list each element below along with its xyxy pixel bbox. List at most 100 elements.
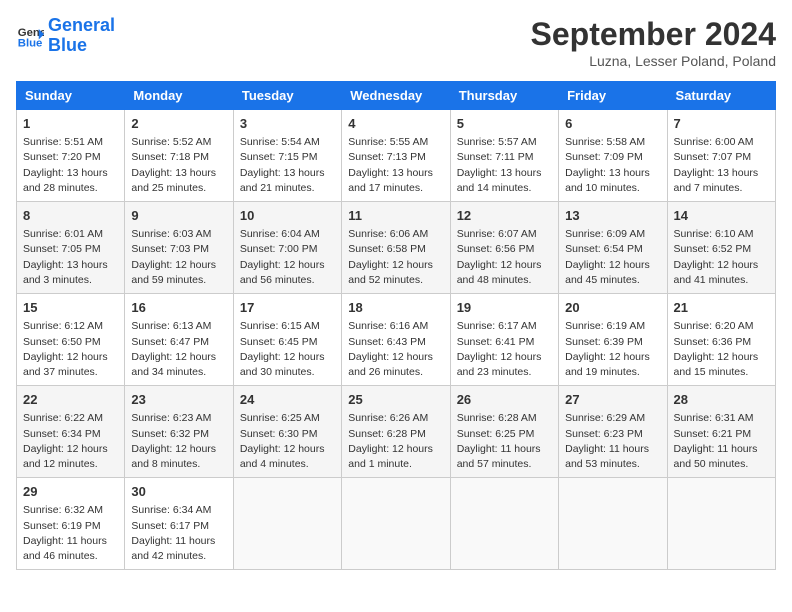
table-row: 19 Sunrise: 6:17 AM Sunset: 6:41 PM Dayli…: [450, 294, 558, 386]
table-row: 8 Sunrise: 6:01 AM Sunset: 7:05 PM Daylig…: [17, 202, 125, 294]
day-number: 9: [131, 207, 226, 225]
day-number: 3: [240, 115, 335, 133]
day-number: 17: [240, 299, 335, 317]
day-info: Sunrise: 6:32 AM Sunset: 6:19 PM Dayligh…: [23, 503, 118, 564]
day-number: 14: [674, 207, 769, 225]
day-info: Sunrise: 6:25 AM Sunset: 6:30 PM Dayligh…: [240, 411, 335, 472]
day-info: Sunrise: 6:10 AM Sunset: 6:52 PM Dayligh…: [674, 227, 769, 288]
table-row: 7 Sunrise: 6:00 AM Sunset: 7:07 PM Daylig…: [667, 110, 775, 202]
day-info: Sunrise: 6:12 AM Sunset: 6:50 PM Dayligh…: [23, 319, 118, 380]
day-info: Sunrise: 6:23 AM Sunset: 6:32 PM Dayligh…: [131, 411, 226, 472]
day-number: 24: [240, 391, 335, 409]
day-number: 21: [674, 299, 769, 317]
table-row: 14 Sunrise: 6:10 AM Sunset: 6:52 PM Dayli…: [667, 202, 775, 294]
day-number: 29: [23, 483, 118, 501]
day-info: Sunrise: 6:09 AM Sunset: 6:54 PM Dayligh…: [565, 227, 660, 288]
day-info: Sunrise: 6:34 AM Sunset: 6:17 PM Dayligh…: [131, 503, 226, 564]
day-number: 2: [131, 115, 226, 133]
table-row: [450, 478, 558, 570]
table-row: 23 Sunrise: 6:23 AM Sunset: 6:32 PM Dayli…: [125, 386, 233, 478]
day-info: Sunrise: 5:58 AM Sunset: 7:09 PM Dayligh…: [565, 135, 660, 196]
day-info: Sunrise: 6:01 AM Sunset: 7:05 PM Dayligh…: [23, 227, 118, 288]
table-row: 9 Sunrise: 6:03 AM Sunset: 7:03 PM Daylig…: [125, 202, 233, 294]
day-info: Sunrise: 5:57 AM Sunset: 7:11 PM Dayligh…: [457, 135, 552, 196]
day-number: 6: [565, 115, 660, 133]
day-number: 1: [23, 115, 118, 133]
day-info: Sunrise: 6:22 AM Sunset: 6:34 PM Dayligh…: [23, 411, 118, 472]
day-number: 19: [457, 299, 552, 317]
table-row: 17 Sunrise: 6:15 AM Sunset: 6:45 PM Dayli…: [233, 294, 341, 386]
day-info: Sunrise: 6:29 AM Sunset: 6:23 PM Dayligh…: [565, 411, 660, 472]
day-info: Sunrise: 6:20 AM Sunset: 6:36 PM Dayligh…: [674, 319, 769, 380]
day-info: Sunrise: 6:13 AM Sunset: 6:47 PM Dayligh…: [131, 319, 226, 380]
table-row: 6 Sunrise: 5:58 AM Sunset: 7:09 PM Daylig…: [559, 110, 667, 202]
day-number: 7: [674, 115, 769, 133]
day-number: 12: [457, 207, 552, 225]
day-number: 8: [23, 207, 118, 225]
table-row: 4 Sunrise: 5:55 AM Sunset: 7:13 PM Daylig…: [342, 110, 450, 202]
day-info: Sunrise: 5:52 AM Sunset: 7:18 PM Dayligh…: [131, 135, 226, 196]
table-row: 26 Sunrise: 6:28 AM Sunset: 6:25 PM Dayli…: [450, 386, 558, 478]
calendar-header: Sunday Monday Tuesday Wednesday Thursday…: [17, 82, 776, 110]
day-number: 10: [240, 207, 335, 225]
table-row: 18Sunrise: 6:16 AM Sunset: 6:43 PM Dayli…: [342, 294, 450, 386]
header-sunday: Sunday: [17, 82, 125, 110]
table-row: [233, 478, 341, 570]
table-row: 24 Sunrise: 6:25 AM Sunset: 6:30 PM Dayli…: [233, 386, 341, 478]
table-row: [667, 478, 775, 570]
day-info: Sunrise: 6:28 AM Sunset: 6:25 PM Dayligh…: [457, 411, 552, 472]
table-row: 29 Sunrise: 6:32 AM Sunset: 6:19 PM Dayli…: [17, 478, 125, 570]
day-number: 13: [565, 207, 660, 225]
day-number: 11: [348, 207, 443, 225]
day-info: Sunrise: 6:07 AM Sunset: 6:56 PM Dayligh…: [457, 227, 552, 288]
table-row: 11 Sunrise: 6:06 AM Sunset: 6:58 PM Dayli…: [342, 202, 450, 294]
table-row: 10 Sunrise: 6:04 AM Sunset: 7:00 PM Dayli…: [233, 202, 341, 294]
month-title: September 2024: [531, 16, 776, 53]
day-info: Sunrise: 6:03 AM Sunset: 7:03 PM Dayligh…: [131, 227, 226, 288]
location-subtitle: Luzna, Lesser Poland, Poland: [531, 53, 776, 69]
day-info: Sunrise: 6:06 AM Sunset: 6:58 PM Dayligh…: [348, 227, 443, 288]
day-info: Sunrise: 5:55 AM Sunset: 7:13 PM Dayligh…: [348, 135, 443, 196]
table-row: 3 Sunrise: 5:54 AM Sunset: 7:15 PM Daylig…: [233, 110, 341, 202]
day-number: 15: [23, 299, 118, 317]
table-row: 15 Sunrise: 6:12 AM Sunset: 6:50 PM Dayli…: [17, 294, 125, 386]
day-info: Sunrise: 6:17 AM Sunset: 6:41 PM Dayligh…: [457, 319, 552, 380]
table-row: 1Sunrise: 5:51 AM Sunset: 7:20 PM Daylig…: [17, 110, 125, 202]
logo: General Blue General Blue: [16, 16, 115, 56]
day-number: 30: [131, 483, 226, 501]
table-row: [342, 478, 450, 570]
day-info: Sunrise: 6:15 AM Sunset: 6:45 PM Dayligh…: [240, 319, 335, 380]
day-info: Sunrise: 6:04 AM Sunset: 7:00 PM Dayligh…: [240, 227, 335, 288]
table-row: 21 Sunrise: 6:20 AM Sunset: 6:36 PM Dayli…: [667, 294, 775, 386]
day-info: Sunrise: 6:26 AM Sunset: 6:28 PM Dayligh…: [348, 411, 443, 472]
header-thursday: Thursday: [450, 82, 558, 110]
table-row: 2 Sunrise: 5:52 AM Sunset: 7:18 PM Daylig…: [125, 110, 233, 202]
day-number: 23: [131, 391, 226, 409]
table-row: [559, 478, 667, 570]
table-row: 16 Sunrise: 6:13 AM Sunset: 6:47 PM Dayli…: [125, 294, 233, 386]
logo-text: General: [48, 16, 115, 36]
day-number: 4: [348, 115, 443, 133]
calendar-table: Sunday Monday Tuesday Wednesday Thursday…: [16, 81, 776, 570]
day-number: 22: [23, 391, 118, 409]
day-number: 26: [457, 391, 552, 409]
day-number: 18: [348, 299, 443, 317]
header-tuesday: Tuesday: [233, 82, 341, 110]
day-number: 20: [565, 299, 660, 317]
day-info: Sunrise: 6:31 AM Sunset: 6:21 PM Dayligh…: [674, 411, 769, 472]
table-row: 5 Sunrise: 5:57 AM Sunset: 7:11 PM Daylig…: [450, 110, 558, 202]
table-row: 28Sunrise: 6:31 AM Sunset: 6:21 PM Dayli…: [667, 386, 775, 478]
table-row: 12 Sunrise: 6:07 AM Sunset: 6:56 PM Dayli…: [450, 202, 558, 294]
title-area: September 2024 Luzna, Lesser Poland, Pol…: [531, 16, 776, 69]
table-row: 30 Sunrise: 6:34 AM Sunset: 6:17 PM Dayli…: [125, 478, 233, 570]
day-info: Sunrise: 6:00 AM Sunset: 7:07 PM Dayligh…: [674, 135, 769, 196]
day-info: Sunrise: 5:54 AM Sunset: 7:15 PM Dayligh…: [240, 135, 335, 196]
header-saturday: Saturday: [667, 82, 775, 110]
day-number: 16: [131, 299, 226, 317]
day-number: 25: [348, 391, 443, 409]
header: General Blue General Blue September 2024…: [16, 16, 776, 69]
header-wednesday: Wednesday: [342, 82, 450, 110]
day-number: 5: [457, 115, 552, 133]
logo-text-blue: Blue: [48, 36, 115, 56]
table-row: 20Sunrise: 6:19 AM Sunset: 6:39 PM Dayli…: [559, 294, 667, 386]
